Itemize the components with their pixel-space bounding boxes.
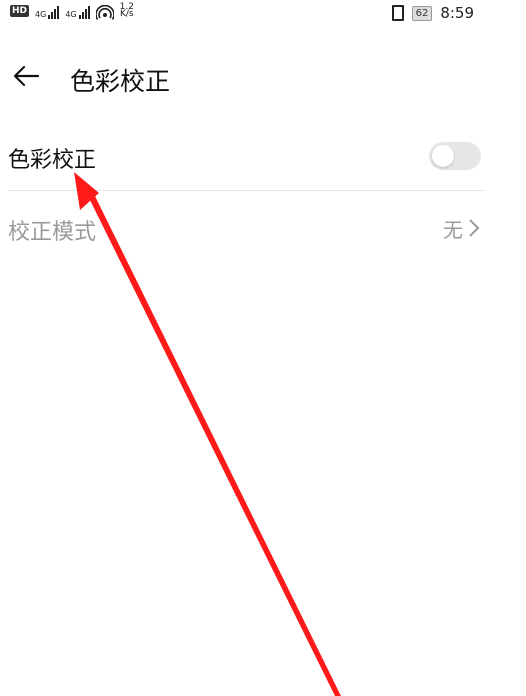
- correction-mode-label: 校正模式: [8, 220, 97, 245]
- speed-unit: K/s: [119, 9, 134, 19]
- clock: 8:59: [440, 4, 474, 22]
- sim2-network: 4G: [65, 10, 77, 19]
- hd-badge: HD: [10, 5, 30, 17]
- hotspot-icon: [95, 5, 114, 20]
- color-correction-row[interactable]: 色彩校正: [8, 130, 485, 191]
- toggle-knob: [432, 145, 454, 167]
- color-correction-label: 色彩校正: [8, 148, 97, 173]
- status-bar: HD 4G 4G 1.2 K/s 62 8:59: [0, 0, 526, 32]
- correction-mode-row[interactable]: 校正模式 无: [8, 206, 485, 256]
- signal-icon: 4G: [65, 5, 90, 19]
- status-left: HD 4G 4G 1.2 K/s: [10, 3, 134, 21]
- vibrate-icon: [391, 5, 404, 21]
- page-title: 色彩校正: [70, 67, 171, 96]
- color-correction-toggle[interactable]: [429, 142, 481, 170]
- sim1-network: 4G: [35, 10, 47, 19]
- app-header: 色彩校正: [0, 50, 526, 106]
- battery-icon: 62: [411, 5, 433, 21]
- chevron-right-icon: [469, 219, 480, 237]
- status-right: 62 8:59: [391, 4, 474, 22]
- back-arrow-icon[interactable]: [10, 60, 42, 92]
- annotation-arrow-shaft: [86, 190, 341, 696]
- signal-icon: 4G: [35, 5, 60, 19]
- correction-mode-value: 无: [443, 218, 463, 242]
- network-speed: 1.2 K/s: [119, 3, 134, 19]
